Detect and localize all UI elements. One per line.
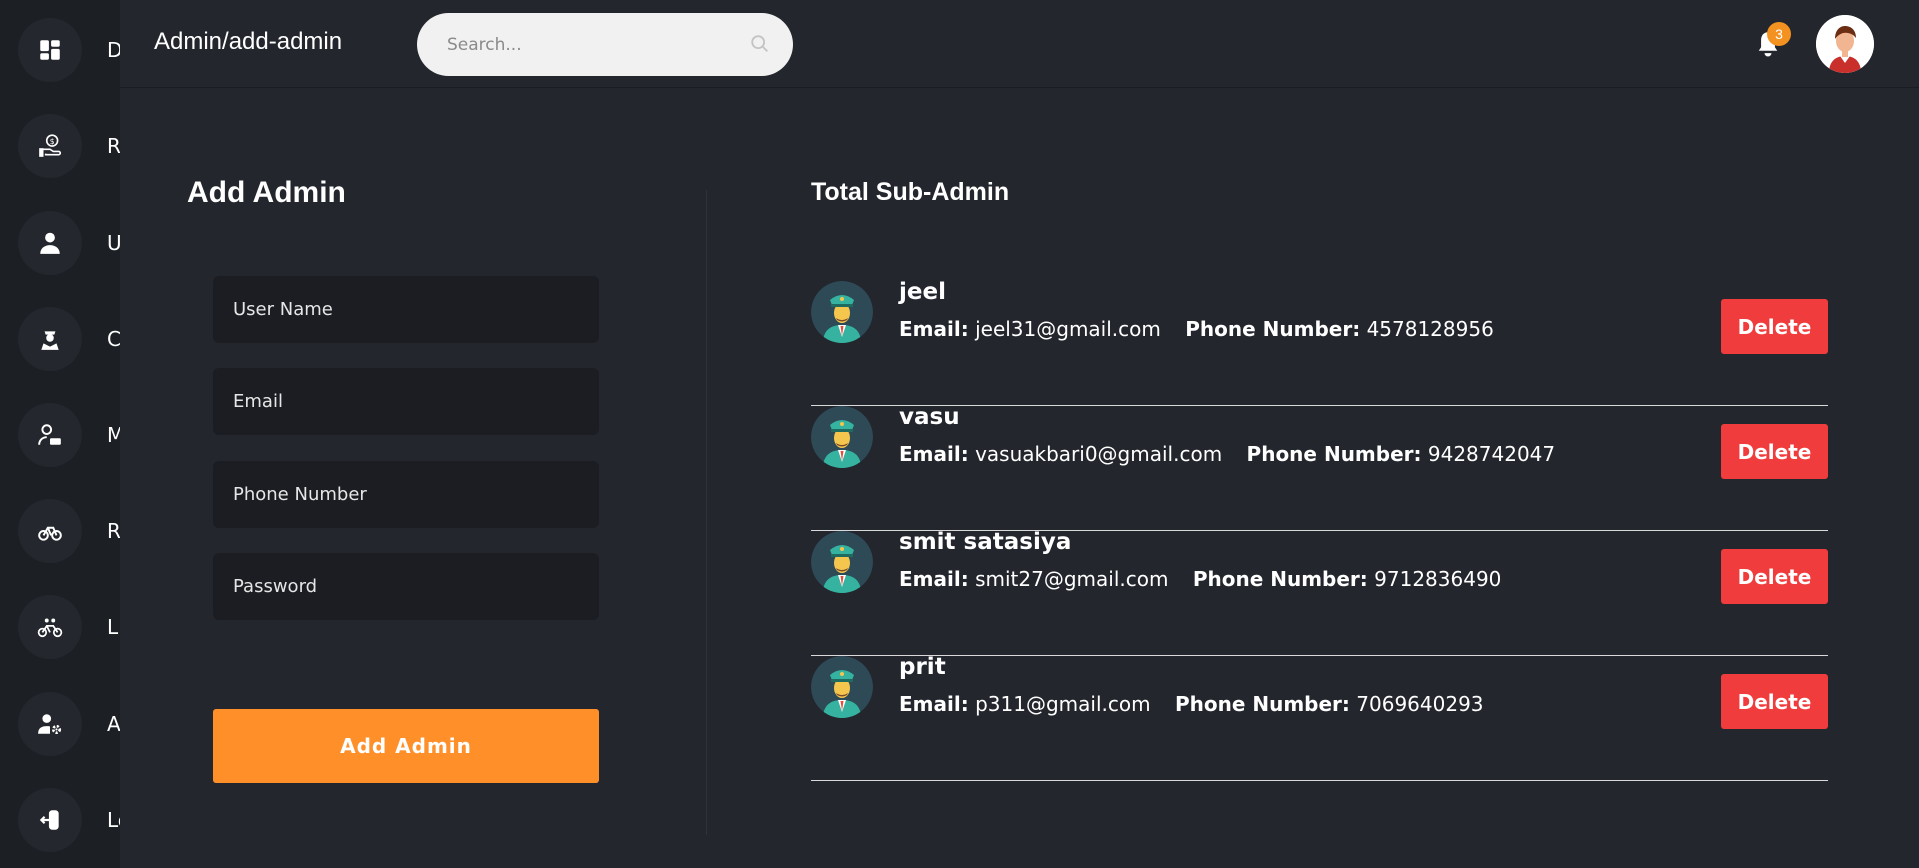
admin-phone: 9428742047 <box>1427 442 1556 466</box>
delete-button[interactable]: Delete <box>1721 299 1828 354</box>
sidebar-item-logout[interactable]: Lo <box>18 787 120 853</box>
captain-avatar-icon <box>811 531 873 593</box>
list-item: smit satasiya Email: smit27@gmail.com Ph… <box>811 529 1828 656</box>
sidebar-item-label: M <box>107 423 120 447</box>
phone-label: Phone Number: <box>1174 692 1350 716</box>
search-icon[interactable] <box>749 33 771 55</box>
sidebar-item-users[interactable]: Us <box>18 210 120 276</box>
sidebar-item-label: Lo <box>107 808 120 832</box>
admin-name: jeel <box>899 279 946 305</box>
sidebar-item-label: C <box>107 327 120 351</box>
email-label: Email: <box>899 317 969 341</box>
list-title: Total Sub-Admin <box>811 178 1010 206</box>
bicycle-icon <box>18 499 82 563</box>
sidebar-item-list[interactable]: Li <box>18 594 120 660</box>
tandem-bike-icon <box>18 595 82 659</box>
admin-contact: Email: vasuakbari0@gmail.com Phone Numbe… <box>899 442 1555 466</box>
username-field[interactable] <box>213 276 599 343</box>
list-item: jeel Email: jeel31@gmail.com Phone Numbe… <box>811 279 1828 406</box>
phone-label: Phone Number: <box>1246 442 1422 466</box>
user-icon <box>18 211 82 275</box>
sidebar-item-label: Re <box>107 134 120 158</box>
admin-contact: Email: p311@gmail.com Phone Number: 7069… <box>899 692 1484 716</box>
captain-avatar-icon <box>811 656 873 718</box>
delete-button[interactable]: Delete <box>1721 549 1828 604</box>
sidebar-item-label: Ri <box>107 519 120 543</box>
phone-label: Phone Number: <box>1185 317 1361 341</box>
notification-badge: 3 <box>1767 22 1791 46</box>
money-hand-icon: $ <box>18 114 82 178</box>
form-title: Add Admin <box>187 176 346 209</box>
phone-label: Phone Number: <box>1192 567 1368 591</box>
password-field[interactable] <box>213 553 599 620</box>
admin-name: vasu <box>899 404 960 430</box>
dashboard-icon <box>18 18 82 82</box>
admin-phone: 9712836490 <box>1374 567 1502 591</box>
search-bar <box>417 13 793 76</box>
admin-contact: Email: jeel31@gmail.com Phone Number: 45… <box>899 317 1494 341</box>
delete-button[interactable]: Delete <box>1721 424 1828 479</box>
admin-email: jeel31@gmail.com <box>975 317 1161 341</box>
captain-avatar-icon <box>811 406 873 468</box>
list-item: prit Email: p311@gmail.com Phone Number:… <box>811 654 1828 781</box>
svg-text:$: $ <box>50 137 55 146</box>
sidebar-item-label: Li <box>107 615 120 639</box>
phone-field[interactable] <box>213 461 599 528</box>
sidebar-item-dashboard[interactable]: D <box>18 17 120 83</box>
admin-name: prit <box>899 654 946 680</box>
email-field[interactable] <box>213 368 599 435</box>
captain-icon <box>18 307 82 371</box>
sidebar-item-rides[interactable]: Ri <box>18 498 120 564</box>
email-label: Email: <box>899 692 969 716</box>
email-label: Email: <box>899 567 969 591</box>
breadcrumb: Admin/add-admin <box>154 28 343 55</box>
sidebar-item-revenue[interactable]: $ Re <box>18 113 120 179</box>
sidebar-item-label: Us <box>107 231 120 255</box>
admin-email: p311@gmail.com <box>975 692 1151 716</box>
column-divider <box>706 190 707 835</box>
sidebar-item-label: D <box>107 38 120 62</box>
admin-email: smit27@gmail.com <box>975 567 1169 591</box>
profile-avatar[interactable] <box>1816 15 1874 73</box>
top-header: Admin/add-admin 3 <box>120 0 1919 88</box>
delete-button[interactable]: Delete <box>1721 674 1828 729</box>
admin-phone: 7069640293 <box>1356 692 1484 716</box>
admin-phone: 4578128956 <box>1366 317 1494 341</box>
captain-avatar-icon <box>811 281 873 343</box>
admin-name: smit satasiya <box>899 529 1072 555</box>
search-input[interactable] <box>447 34 737 55</box>
sidebar-item-label: Ad <box>107 712 120 736</box>
sidebar-item-captains[interactable]: C <box>18 306 120 372</box>
user-card-icon <box>18 403 82 467</box>
admin-email: vasuakbari0@gmail.com <box>975 442 1223 466</box>
sidebar: D $ Re Us C M Ri Li <box>0 0 120 868</box>
sidebar-item-members[interactable]: M <box>18 402 120 468</box>
list-item: vasu Email: vasuakbari0@gmail.com Phone … <box>811 404 1828 531</box>
logout-icon <box>18 788 82 852</box>
email-label: Email: <box>899 442 969 466</box>
user-gear-icon <box>18 692 82 756</box>
sidebar-item-admin[interactable]: Ad <box>18 691 120 757</box>
admin-contact: Email: smit27@gmail.com Phone Number: 97… <box>899 567 1501 591</box>
add-admin-button[interactable]: Add Admin <box>213 709 599 783</box>
